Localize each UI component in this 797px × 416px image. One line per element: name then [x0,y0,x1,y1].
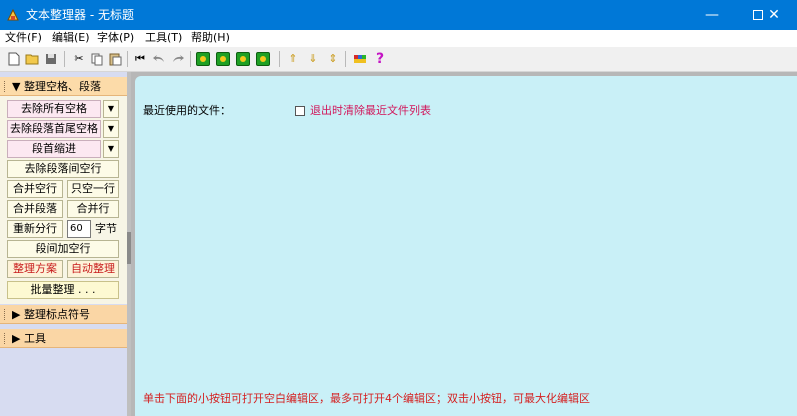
merge-lines-button[interactable]: 合并行 [67,200,119,218]
undo-icon[interactable] [151,51,167,67]
menu-tools[interactable]: 工具(T) [145,31,182,45]
menu-help[interactable]: 帮助(H) [191,31,230,45]
remove-all-spaces-dropdown[interactable]: ▼ [103,100,119,118]
section-title: ▼ 整理空格、段落 [12,80,101,93]
copy-icon[interactable] [89,51,105,67]
editor-hint: 单击下面的小按钮可打开空白编辑区，最多可打开4个编辑区；双击小按钮，可最大化编辑… [143,392,590,405]
paragraph-indent-dropdown[interactable]: ▼ [103,140,119,158]
trim-paragraph-spaces-button[interactable]: 去除段落首尾空格 [7,120,101,138]
section-header-tools[interactable]: ▶ 工具 [0,329,127,348]
redo-icon[interactable] [170,51,186,67]
toolbar-separator [190,51,191,67]
paragraph-indent-button[interactable]: 段首缩进 [7,140,101,158]
menu-edit[interactable]: 编辑(E) [52,31,90,45]
menu-file[interactable]: 文件(F) [5,31,42,45]
title-bar: 文本整理器 - 无标题 — ✕ [0,0,797,30]
merge-paragraphs-button[interactable]: 合并段落 [7,200,63,218]
paste-icon[interactable] [107,51,123,67]
grip-icon [4,333,7,344]
section-header-punctuation[interactable]: ▶ 整理标点符号 [0,305,127,324]
help-icon[interactable]: ? [372,51,388,67]
editor-area[interactable]: 最近使用的文件： 退出时清除最近文件列表 单击下面的小按钮可打开空白编辑区，最多… [135,76,797,416]
remove-all-spaces-button[interactable]: 去除所有空格 [7,100,101,118]
rewrap-width-input[interactable]: 60 [67,220,91,238]
section-title: ▶ 工具 [12,332,46,345]
toolbar-separator [64,51,65,67]
section-title: ▶ 整理标点符号 [12,308,90,321]
app-icon [7,8,19,21]
minimize-button[interactable]: — [689,0,735,30]
toolbar: ✂ ⏮ ⇑ ⇓ ⇕ ? [0,47,797,72]
keep-one-blank-line-button[interactable]: 只空一行 [67,180,119,198]
add-blank-between-button[interactable]: 段间加空行 [7,240,119,258]
green-arrow-4-icon[interactable] [255,51,271,67]
arrow-down-icon[interactable]: ⇓ [305,51,321,67]
menu-bar: 文件(F) 编辑(E) 字体(P) 工具(T) 帮助(H) [0,30,797,47]
rewrap-button[interactable]: 重新分行 [7,220,63,238]
tidy-schemes-button[interactable]: 整理方案 [7,260,63,278]
merge-blank-lines-button[interactable]: 合并空行 [7,180,63,198]
toolbar-separator [279,51,280,67]
batch-tidy-button[interactable]: 批量整理 . . . [7,281,119,299]
recent-files-label: 最近使用的文件： [143,104,231,117]
cut-icon[interactable]: ✂ [71,51,87,67]
main-area: 最近使用的文件： 退出时清除最近文件列表 单击下面的小按钮可打开空白编辑区，最多… [131,72,797,416]
remove-blank-lines-button[interactable]: 去除段落间空行 [7,160,119,178]
color-icon[interactable] [352,51,368,67]
window-title: 文本整理器 - 无标题 [26,8,134,22]
trim-paragraph-dropdown[interactable]: ▼ [103,120,119,138]
close-button[interactable]: ✕ [751,0,797,30]
clear-recent-label[interactable]: 退出时清除最近文件列表 [310,104,431,118]
grip-icon [4,81,7,92]
rewrap-unit-label: 字节 [95,222,117,235]
toolbar-separator [127,51,128,67]
save-icon[interactable] [43,51,59,67]
arrow-up-icon[interactable]: ⇑ [285,51,301,67]
menu-font[interactable]: 字体(P) [97,31,134,45]
left-panel: ▼ 整理空格、段落 去除所有空格 ▼ 去除段落首尾空格 ▼ 段首缩进 ▼ 去除段… [0,72,127,416]
green-arrow-3-icon[interactable] [235,51,251,67]
green-arrow-2-icon[interactable] [215,51,231,67]
toolbar-separator [345,51,346,67]
section-header-spaces[interactable]: ▼ 整理空格、段落 [0,77,127,96]
open-folder-icon[interactable] [24,51,40,67]
section-body: 去除所有空格 ▼ 去除段落首尾空格 ▼ 段首缩进 ▼ 去除段落间空行 合并空行 … [0,96,127,304]
new-file-icon[interactable] [6,51,22,67]
arrow-updown-icon[interactable]: ⇕ [325,51,341,67]
first-icon[interactable]: ⏮ [132,51,148,67]
green-arrow-1-icon[interactable] [195,51,211,67]
auto-tidy-button[interactable]: 自动整理 [67,260,119,278]
clear-recent-checkbox[interactable] [295,106,305,116]
grip-icon [4,309,7,320]
